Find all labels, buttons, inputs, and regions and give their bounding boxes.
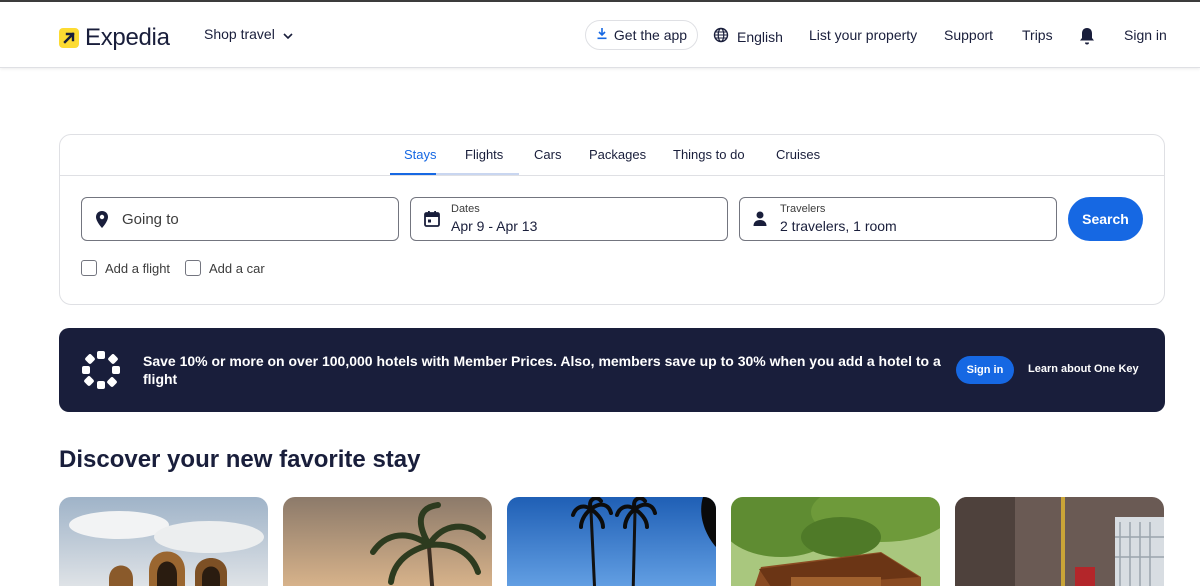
person-icon: [752, 210, 768, 233]
destination-placeholder: Going to: [122, 211, 179, 228]
member-prices-banner: Save 10% or more on over 100,000 hotels …: [59, 328, 1165, 412]
learn-one-key-link[interactable]: Learn about One Key: [1028, 363, 1139, 375]
travelers-label: Travelers: [780, 203, 826, 215]
get-the-app-button[interactable]: Get the app: [585, 20, 698, 50]
notifications-button[interactable]: [1078, 26, 1096, 49]
globe-icon: [713, 27, 729, 46]
stay-card-image[interactable]: [59, 497, 268, 586]
discover-heading: Discover your new favorite stay: [59, 446, 421, 473]
search-card: Stays Flights Cars Packages Things to do…: [59, 134, 1165, 305]
language-label: English: [737, 28, 783, 45]
location-pin-icon: [94, 210, 110, 235]
tab-flights[interactable]: Flights: [465, 147, 503, 162]
one-key-icon: [81, 350, 121, 395]
banner-sign-in-button[interactable]: Sign in: [956, 356, 1014, 384]
tab-cars[interactable]: Cars: [534, 147, 561, 162]
add-flight-label: Add a flight: [105, 260, 171, 276]
search-tabs: Stays Flights Cars Packages Things to do…: [60, 135, 1164, 176]
logo-arrow-icon: [59, 28, 79, 48]
tab-stays[interactable]: Stays: [404, 147, 437, 162]
stay-card-image[interactable]: [507, 497, 716, 586]
expedia-logo[interactable]: Expedia: [59, 24, 170, 52]
add-car-label: Add a car: [209, 260, 265, 276]
travelers-value: 2 travelers, 1 room: [780, 218, 897, 234]
destination-field[interactable]: Going to: [81, 197, 399, 241]
banner-message: Save 10% or more on over 100,000 hotels …: [143, 353, 941, 387]
dates-field[interactable]: Dates Apr 9 - Apr 13: [410, 197, 728, 241]
trips-link[interactable]: Trips: [1022, 27, 1053, 43]
add-car-checkbox[interactable]: Add a car: [185, 260, 265, 276]
trips-label: Trips: [1022, 27, 1053, 43]
sign-in-link[interactable]: Sign in: [1124, 27, 1167, 43]
support-label: Support: [944, 27, 994, 43]
tab-things-to-do[interactable]: Things to do: [673, 147, 745, 162]
shop-travel-label: Shop travel: [204, 26, 275, 42]
get-the-app-label: Get the app: [613, 27, 688, 43]
sign-in-label: Sign in: [1124, 27, 1167, 43]
tab-cruises[interactable]: Cruises: [776, 147, 820, 162]
add-car-checkbox-box[interactable]: [185, 260, 201, 276]
language-button[interactable]: English: [713, 27, 783, 46]
calendar-icon: [423, 210, 441, 233]
logo-text: Expedia: [85, 24, 170, 51]
download-icon: [596, 27, 608, 43]
stay-card-image[interactable]: [731, 497, 940, 586]
add-flight-checkbox-box[interactable]: [81, 260, 97, 276]
bell-icon: [1078, 26, 1096, 49]
stay-card-image[interactable]: [955, 497, 1164, 586]
add-flight-checkbox[interactable]: Add a flight: [81, 260, 170, 276]
list-property-link[interactable]: List your property: [809, 27, 917, 43]
chevron-down-icon: [283, 26, 293, 42]
stay-card-image[interactable]: [283, 497, 492, 586]
dates-label: Dates: [451, 203, 480, 215]
list-property-label: List your property: [809, 27, 918, 43]
search-button[interactable]: Search: [1068, 197, 1143, 241]
site-header: Expedia Shop travel Get the app English …: [0, 2, 1200, 68]
dates-value: Apr 9 - Apr 13: [451, 218, 538, 234]
tab-active-indicator: [390, 173, 436, 175]
travelers-field[interactable]: Travelers 2 travelers, 1 room: [739, 197, 1057, 241]
tab-packages[interactable]: Packages: [589, 147, 646, 162]
support-link[interactable]: Support: [944, 27, 993, 43]
shop-travel-menu[interactable]: Shop travel: [204, 26, 293, 42]
